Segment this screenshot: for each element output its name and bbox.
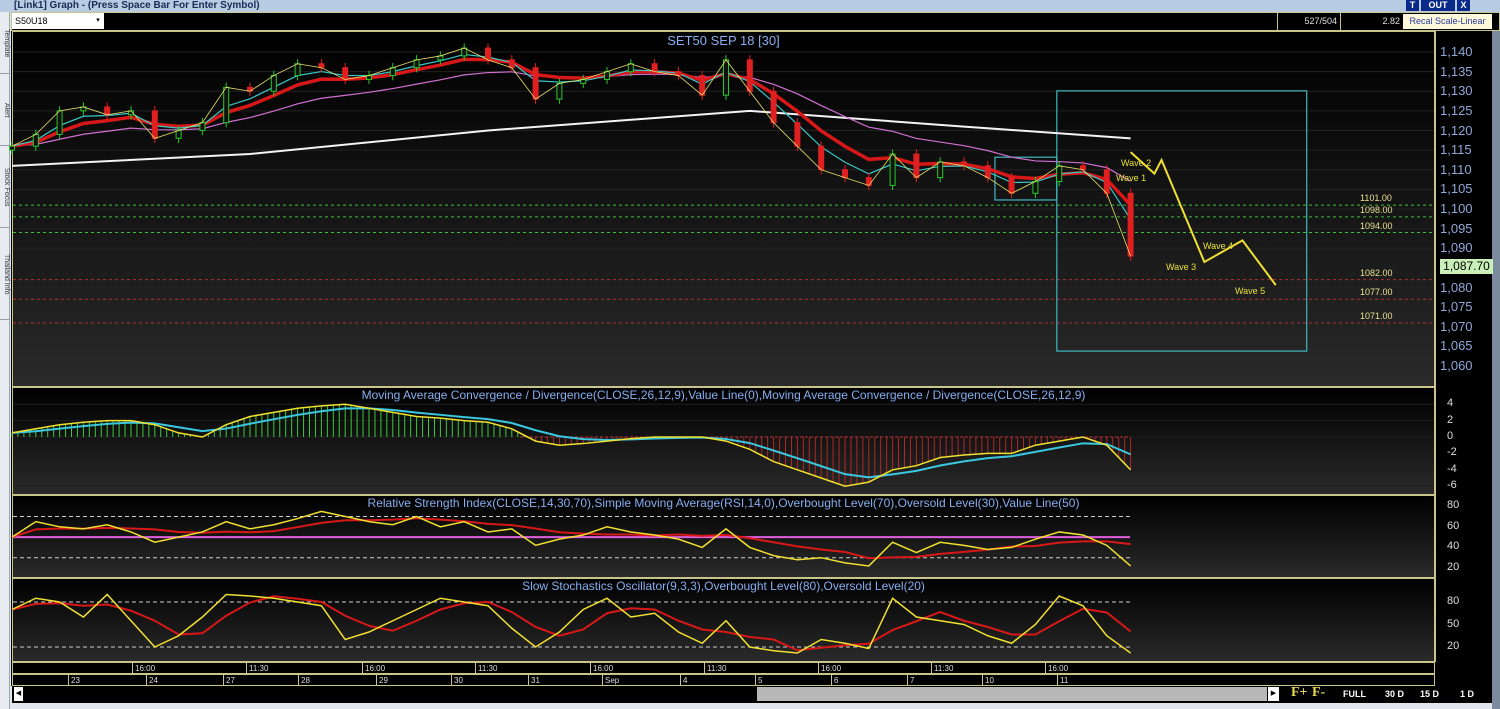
level-label: 1101.00	[1360, 193, 1392, 204]
time-label: 16:00	[132, 663, 155, 674]
date-label: 30	[451, 675, 463, 686]
value-readout: 2.82	[1340, 13, 1403, 30]
out-button[interactable]: OUT	[1421, 0, 1455, 11]
price-tick-label: 1,100	[1440, 201, 1473, 216]
last-price-badge: 1,087.70	[1440, 259, 1493, 274]
symbol-input[interactable]: S50U18	[12, 13, 104, 29]
time-label: 11:30	[246, 663, 268, 674]
time-label: 11:30	[475, 663, 497, 674]
date-label: 10	[982, 675, 994, 686]
scroll-right-arrow-icon[interactable]: ▶	[1268, 687, 1279, 701]
price-tick-label: 1,070	[1440, 318, 1473, 334]
price-tick-label: 1,105	[1440, 181, 1473, 197]
date-label: 4	[680, 675, 687, 686]
date-label: 6	[831, 675, 838, 686]
macd-tick-label: -2	[1447, 446, 1457, 459]
macd-title: Moving Average Convergence / Divergence(…	[361, 388, 1086, 402]
price-tick-label: 1,135	[1440, 63, 1473, 79]
price-tick-label: 1,115	[1440, 142, 1472, 158]
scroll-left-arrow-icon[interactable]: ◀	[14, 687, 23, 701]
date-label: 23	[68, 675, 80, 686]
date-label: 28	[298, 675, 310, 686]
wave-label: Wave 1	[1116, 173, 1147, 183]
price-tick-label: 1,140	[1440, 44, 1473, 59]
zoom-in-button[interactable]: F+	[1291, 685, 1308, 701]
date-label: 7	[907, 675, 914, 686]
macd-tick-label: -4	[1447, 462, 1457, 475]
range-1d-button[interactable]: 1 D	[1460, 687, 1474, 701]
price-tick-label: 1,065	[1440, 338, 1473, 354]
sidebar-tab-stock-focus[interactable]: Stock Focus	[0, 148, 10, 228]
rsi-title: Relative Strength Index(CLOSE,14,30,70),…	[367, 496, 1080, 510]
date-label: 31	[528, 675, 540, 686]
price-tick-label: 1,090	[1440, 240, 1473, 256]
time-label: 16:00	[590, 663, 613, 674]
stoch-title: Slow Stochastics Oscillator(9,3,3),Overb…	[522, 579, 925, 593]
date-label: 11	[1057, 675, 1068, 686]
price-pane[interactable]	[12, 31, 1435, 387]
level-label: 1077.00	[1360, 287, 1393, 298]
level-label: 1071.00	[1360, 310, 1393, 321]
price-tick-label: 1,060	[1440, 358, 1473, 373]
macd-pane[interactable]	[12, 387, 1435, 495]
price-tick-label: 1,110	[1440, 161, 1472, 177]
price-tick-label: 1,125	[1440, 102, 1473, 118]
wave-label: Wave 5	[1235, 286, 1266, 296]
rsi-tick-label: 20	[1447, 561, 1460, 573]
macd-tick-label: 0	[1447, 430, 1454, 442]
rsi-tick-label: 60	[1447, 519, 1460, 532]
stoch-tick-label: 80	[1447, 595, 1460, 607]
stoch-tick-label: 50	[1447, 617, 1460, 630]
vertical-scrollbar[interactable]	[1492, 31, 1500, 709]
rsi-tick-label: 40	[1447, 540, 1460, 553]
macd-tick-label: 2	[1447, 413, 1454, 426]
wave-label: Wave 3	[1166, 262, 1197, 272]
counter-readout: 527/504	[1277, 13, 1340, 30]
sidebar-tab-template[interactable]: Template	[0, 14, 10, 74]
time-label: 16:00	[818, 663, 841, 674]
scroll-thumb[interactable]	[757, 687, 1267, 701]
range-full-button[interactable]: FULL	[1343, 687, 1366, 701]
time-label: 11:30	[931, 663, 953, 674]
wave-label: Wave 4	[1203, 241, 1234, 251]
price-tick-label: 1,080	[1440, 279, 1473, 295]
level-label: 1098.00	[1360, 204, 1393, 215]
date-label: 24	[146, 675, 158, 686]
zoom-out-button[interactable]: F-	[1312, 685, 1325, 701]
price-tick-label: 1,095	[1440, 220, 1473, 236]
macd-tick-label: -6	[1447, 479, 1457, 492]
time-label: 16:00	[1045, 663, 1068, 674]
date-label: 5	[755, 675, 762, 686]
sidebar-tab-thailand-info[interactable]: Thailand Info	[0, 230, 10, 320]
range-15d-button[interactable]: 15 D	[1420, 687, 1439, 701]
wave-label: Wave 2	[1121, 158, 1152, 168]
price-chart-title: SET50 SEP 18 [30]	[667, 33, 780, 48]
chevron-down-icon[interactable]: ▾	[92, 13, 104, 29]
price-tick-label: 1,130	[1440, 83, 1473, 99]
price-tick-label: 1,075	[1440, 299, 1473, 315]
price-tick-label: 1,120	[1440, 122, 1473, 138]
window-title: [Link1] Graph - (Press Space Bar For Ent…	[14, 0, 260, 11]
date-label: Sep	[602, 675, 619, 686]
range-30d-button[interactable]: 30 D	[1385, 687, 1404, 701]
level-label: 1094.00	[1360, 220, 1393, 231]
date-label: 29	[376, 675, 388, 686]
date-label: 27	[223, 675, 235, 686]
time-label: 16:00	[362, 663, 385, 674]
stoch-tick-label: 20	[1447, 640, 1460, 652]
sidebar-tab-alert[interactable]: Alert	[0, 76, 10, 146]
level-label: 1082.00	[1360, 267, 1393, 278]
t-button[interactable]: T	[1406, 0, 1419, 11]
rsi-tick-label: 80	[1447, 499, 1460, 512]
macd-tick-label: 4	[1447, 397, 1454, 410]
recal-scale-button[interactable]: Recal Scale-Linear	[1403, 14, 1492, 29]
time-label: 11:30	[704, 663, 726, 674]
close-button[interactable]: X	[1457, 0, 1470, 11]
